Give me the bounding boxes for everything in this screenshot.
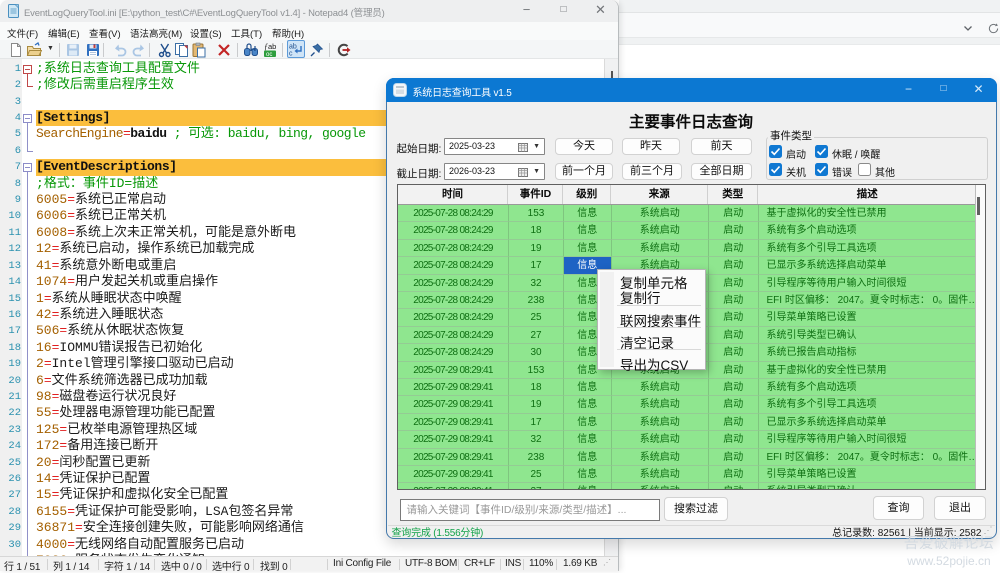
svg-text:c: c xyxy=(289,51,293,58)
svg-text:oc: oc xyxy=(266,52,272,58)
svg-text:ab: ab xyxy=(289,44,297,51)
svg-text:ab: ab xyxy=(268,42,276,51)
